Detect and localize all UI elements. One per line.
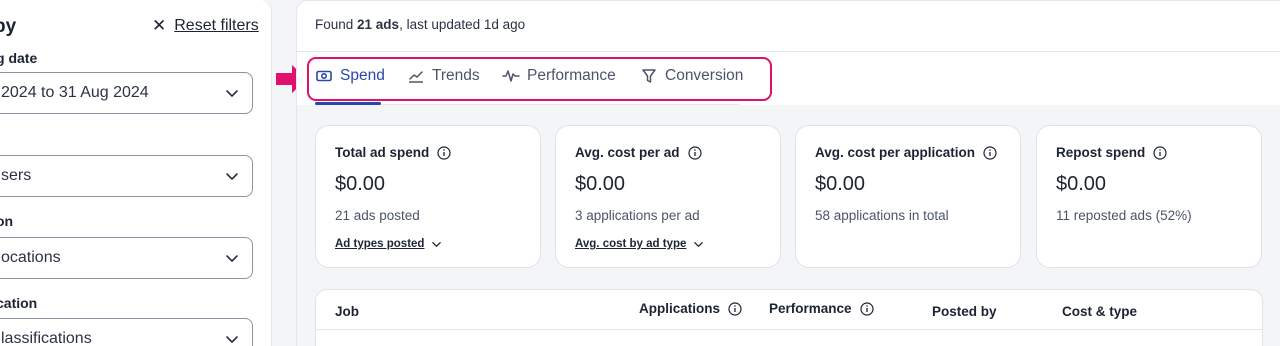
avg-cost-by-ad-type-toggle[interactable]: Avg. cost by ad type — [575, 238, 704, 250]
filter-panel-title: by — [0, 16, 17, 37]
card-avg-cost-per-application: Avg. cost per application $0.00 58 appli… — [795, 125, 1021, 268]
column-header-performance[interactable]: Performance — [769, 301, 874, 316]
card-subtext: 11 reposted ads (52%) — [1056, 208, 1192, 223]
classification-select[interactable]: lassifications — [0, 318, 253, 346]
summary-prefix: Found — [315, 17, 358, 32]
card-value: $0.00 — [1056, 173, 1107, 195]
chevron-down-icon — [432, 241, 442, 247]
card-total-ad-spend: Total ad spend $0.00 21 ads posted Ad ty… — [315, 125, 541, 268]
chevron-down-icon — [226, 90, 238, 97]
ad-types-posted-toggle[interactable]: Ad types posted — [335, 238, 442, 250]
card-repost-spend: Repost spend $0.00 11 reposted ads (52%) — [1036, 125, 1262, 268]
card-subtext: 58 applications in total — [815, 208, 949, 223]
card-title: Total ad spend — [335, 145, 430, 160]
column-header-job[interactable]: Job — [335, 304, 359, 319]
chevron-down-icon — [226, 336, 238, 343]
summary-suffix: , last updated 1d ago — [399, 17, 526, 32]
posting-date-value: 2024 to 31 Aug 2024 — [1, 84, 149, 101]
column-header-label: Posted by — [932, 304, 997, 319]
classification-label: cation — [0, 295, 38, 311]
card-title: Repost spend — [1056, 145, 1146, 160]
classification-value: lassifications — [1, 330, 92, 346]
location-label: on — [0, 213, 14, 229]
info-icon[interactable] — [728, 301, 742, 316]
column-header-posted-by[interactable]: Posted by — [932, 304, 997, 319]
chevron-down-icon — [226, 173, 238, 180]
users-select[interactable]: sers — [0, 155, 253, 197]
ads-table: Job Applications Performance Posted by C… — [315, 289, 1263, 346]
results-summary: Found 21 ads, last updated 1d ago — [315, 17, 525, 32]
card-link-label: Ad types posted — [335, 238, 425, 250]
card-subtext: 21 ads posted — [335, 208, 420, 223]
info-icon[interactable] — [687, 145, 702, 160]
card-value: $0.00 — [815, 173, 866, 195]
ads-count: 21 ads — [357, 17, 400, 32]
column-header-cost-type[interactable]: Cost & type — [1062, 304, 1137, 319]
column-header-label: Performance — [769, 301, 852, 316]
filter-panel: by ✕ Reset filters g date 2024 to 31 Aug… — [0, 0, 272, 346]
card-subtext: 3 applications per ad — [575, 208, 700, 223]
column-header-label: Job — [335, 304, 360, 319]
info-icon[interactable] — [859, 301, 874, 316]
card-title: Avg. cost per ad — [575, 145, 680, 160]
close-icon: ✕ — [152, 16, 167, 35]
card-link-label: Avg. cost by ad type — [575, 238, 687, 250]
info-icon[interactable] — [1153, 145, 1167, 160]
header-divider — [297, 51, 1280, 52]
column-header-label: Cost & type — [1062, 304, 1138, 319]
column-header-applications[interactable]: Applications — [639, 301, 742, 316]
reset-filters-button[interactable]: ✕ Reset filters — [152, 17, 259, 35]
users-value: sers — [1, 167, 32, 184]
card-value: $0.00 — [575, 173, 626, 195]
chevron-down-icon — [694, 241, 704, 247]
card-avg-cost-per-ad: Avg. cost per ad $0.00 3 applications pe… — [555, 125, 781, 268]
column-header-label: Applications — [639, 301, 721, 316]
reset-filters-label: Reset filters — [174, 17, 259, 34]
tabs-highlight-box — [307, 57, 772, 101]
info-icon[interactable] — [983, 145, 997, 160]
card-value: $0.00 — [335, 173, 386, 195]
card-title: Avg. cost per application — [815, 145, 976, 160]
chevron-down-icon — [226, 255, 238, 262]
posting-date-select[interactable]: 2024 to 31 Aug 2024 — [0, 72, 253, 114]
location-select[interactable]: ocations — [0, 237, 253, 279]
location-value: ocations — [1, 249, 61, 266]
table-header-divider — [316, 329, 1262, 330]
info-icon[interactable] — [437, 145, 451, 160]
posting-date-label: g date — [0, 50, 38, 66]
active-tab-indicator — [315, 102, 381, 105]
